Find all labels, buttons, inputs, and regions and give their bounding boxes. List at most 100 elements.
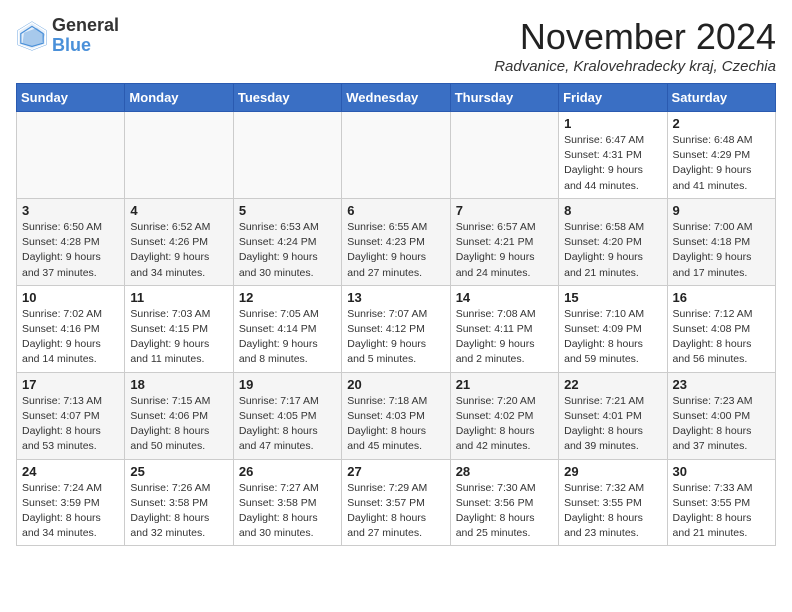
calendar-cell-0-1 [125,112,233,199]
logo-icon [16,20,48,52]
day-number-18: 18 [130,377,227,392]
calendar-cell-1-1: 4 Sunrise: 6:52 AM Sunset: 4:26 PM Daylig… [125,198,233,285]
calendar-cell-3-2: 19Sunrise: 7:17 AM Sunset: 4:05 PM Dayli… [233,372,341,459]
day-info-3: Sunrise: 6:50 AM Sunset: 4:28 PM Dayligh… [22,220,119,281]
day-number-22: 22 [564,377,661,392]
calendar-cell-1-3: 6 Sunrise: 6:55 AM Sunset: 4:23 PM Daylig… [342,198,450,285]
calendar-cell-0-6: 2 Sunrise: 6:48 AM Sunset: 4:29 PM Daylig… [667,112,775,199]
day-number-10: 10 [22,290,119,305]
day-info-12: Sunrise: 7:05 AM Sunset: 4:14 PM Dayligh… [239,307,336,368]
col-thursday: Thursday [450,84,558,112]
calendar-cell-1-6: 9Sunrise: 7:00 AM Sunset: 4:18 PM Daylig… [667,198,775,285]
day-info-1: Sunrise: 6:47 AM Sunset: 4:31 PM Dayligh… [564,133,661,194]
calendar-cell-4-4: 28 Sunrise: 7:30 AM Sunset: 3:56 PM Dayli… [450,459,558,546]
week-row-1: 1 Sunrise: 6:47 AM Sunset: 4:31 PM Daylig… [17,112,776,199]
page-header: General Blue November 2024 Radvanice, Kr… [16,16,776,75]
day-info-7: Sunrise: 6:57 AM Sunset: 4:21 PM Dayligh… [456,220,553,281]
calendar-cell-0-3 [342,112,450,199]
day-info-5: Sunrise: 6:53 AM Sunset: 4:24 PM Dayligh… [239,220,336,281]
day-number-12: 12 [239,290,336,305]
day-info-25: Sunrise: 7:26 AM Sunset: 3:58 PM Dayligh… [130,481,227,542]
calendar-cell-2-0: 10 Sunrise: 7:02 AM Sunset: 4:16 PM Dayli… [17,285,125,372]
week-row-2: 3 Sunrise: 6:50 AM Sunset: 4:28 PM Daylig… [17,198,776,285]
calendar-cell-3-6: 23 Sunrise: 7:23 AM Sunset: 4:00 PM Dayli… [667,372,775,459]
day-info-17: Sunrise: 7:13 AM Sunset: 4:07 PM Dayligh… [22,394,119,455]
calendar-cell-3-5: 22 Sunrise: 7:21 AM Sunset: 4:01 PM Dayli… [559,372,667,459]
calendar-table: Sunday Monday Tuesday Wednesday Thursday… [16,83,776,546]
calendar-cell-0-0 [17,112,125,199]
day-info-4: Sunrise: 6:52 AM Sunset: 4:26 PM Dayligh… [130,220,227,281]
calendar-cell-4-6: 30Sunrise: 7:33 AM Sunset: 3:55 PM Dayli… [667,459,775,546]
calendar-body: 1 Sunrise: 6:47 AM Sunset: 4:31 PM Daylig… [17,112,776,546]
calendar-cell-0-5: 1 Sunrise: 6:47 AM Sunset: 4:31 PM Daylig… [559,112,667,199]
week-row-5: 24Sunrise: 7:24 AM Sunset: 3:59 PM Dayli… [17,459,776,546]
week-row-4: 17 Sunrise: 7:13 AM Sunset: 4:07 PM Dayli… [17,372,776,459]
col-wednesday: Wednesday [342,84,450,112]
day-number-7: 7 [456,203,553,218]
day-number-3: 3 [22,203,119,218]
calendar-cell-1-2: 5 Sunrise: 6:53 AM Sunset: 4:24 PM Daylig… [233,198,341,285]
day-number-5: 5 [239,203,336,218]
calendar-cell-0-4 [450,112,558,199]
day-number-4: 4 [130,203,227,218]
day-number-27: 27 [347,464,444,479]
day-info-14: Sunrise: 7:08 AM Sunset: 4:11 PM Dayligh… [456,307,553,368]
day-number-1: 1 [564,116,661,131]
day-info-10: Sunrise: 7:02 AM Sunset: 4:16 PM Dayligh… [22,307,119,368]
day-number-21: 21 [456,377,553,392]
day-number-14: 14 [456,290,553,305]
day-number-8: 8 [564,203,661,218]
calendar-cell-3-3: 20 Sunrise: 7:18 AM Sunset: 4:03 PM Dayli… [342,372,450,459]
day-info-20: Sunrise: 7:18 AM Sunset: 4:03 PM Dayligh… [347,394,444,455]
day-info-2: Sunrise: 6:48 AM Sunset: 4:29 PM Dayligh… [673,133,770,194]
calendar-header: Sunday Monday Tuesday Wednesday Thursday… [17,84,776,112]
day-number-28: 28 [456,464,553,479]
day-info-30: Sunrise: 7:33 AM Sunset: 3:55 PM Dayligh… [673,481,770,542]
day-number-20: 20 [347,377,444,392]
location: Radvanice, Kralovehradecky kraj, Czechia [494,58,776,75]
day-info-29: Sunrise: 7:32 AM Sunset: 3:55 PM Dayligh… [564,481,661,542]
col-sunday: Sunday [17,84,125,112]
calendar-cell-2-1: 11 Sunrise: 7:03 AM Sunset: 4:15 PM Dayli… [125,285,233,372]
day-number-26: 26 [239,464,336,479]
day-number-2: 2 [673,116,770,131]
calendar-cell-2-6: 16Sunrise: 7:12 AM Sunset: 4:08 PM Dayli… [667,285,775,372]
day-info-6: Sunrise: 6:55 AM Sunset: 4:23 PM Dayligh… [347,220,444,281]
calendar-cell-3-0: 17 Sunrise: 7:13 AM Sunset: 4:07 PM Dayli… [17,372,125,459]
day-info-19: Sunrise: 7:17 AM Sunset: 4:05 PM Dayligh… [239,394,336,455]
day-info-13: Sunrise: 7:07 AM Sunset: 4:12 PM Dayligh… [347,307,444,368]
day-number-25: 25 [130,464,227,479]
calendar-cell-2-2: 12 Sunrise: 7:05 AM Sunset: 4:14 PM Dayli… [233,285,341,372]
day-info-24: Sunrise: 7:24 AM Sunset: 3:59 PM Dayligh… [22,481,119,542]
calendar-cell-0-2 [233,112,341,199]
col-friday: Friday [559,84,667,112]
calendar-cell-2-5: 15Sunrise: 7:10 AM Sunset: 4:09 PM Dayli… [559,285,667,372]
calendar-cell-1-4: 7 Sunrise: 6:57 AM Sunset: 4:21 PM Daylig… [450,198,558,285]
logo: General Blue [16,16,119,56]
day-info-23: Sunrise: 7:23 AM Sunset: 4:00 PM Dayligh… [673,394,770,455]
day-info-22: Sunrise: 7:21 AM Sunset: 4:01 PM Dayligh… [564,394,661,455]
calendar-cell-4-2: 26 Sunrise: 7:27 AM Sunset: 3:58 PM Dayli… [233,459,341,546]
calendar-cell-2-3: 13 Sunrise: 7:07 AM Sunset: 4:12 PM Dayli… [342,285,450,372]
col-monday: Monday [125,84,233,112]
month-title: November 2024 [494,16,776,58]
logo-text: General Blue [52,16,119,56]
calendar-cell-4-5: 29 Sunrise: 7:32 AM Sunset: 3:55 PM Dayli… [559,459,667,546]
day-number-13: 13 [347,290,444,305]
day-number-6: 6 [347,203,444,218]
day-info-16: Sunrise: 7:12 AM Sunset: 4:08 PM Dayligh… [673,307,770,368]
calendar-cell-4-0: 24Sunrise: 7:24 AM Sunset: 3:59 PM Dayli… [17,459,125,546]
day-info-28: Sunrise: 7:30 AM Sunset: 3:56 PM Dayligh… [456,481,553,542]
day-number-29: 29 [564,464,661,479]
day-number-23: 23 [673,377,770,392]
day-info-11: Sunrise: 7:03 AM Sunset: 4:15 PM Dayligh… [130,307,227,368]
day-info-26: Sunrise: 7:27 AM Sunset: 3:58 PM Dayligh… [239,481,336,542]
day-info-9: Sunrise: 7:00 AM Sunset: 4:18 PM Dayligh… [673,220,770,281]
page-container: General Blue November 2024 Radvanice, Kr… [16,16,776,546]
day-info-21: Sunrise: 7:20 AM Sunset: 4:02 PM Dayligh… [456,394,553,455]
day-number-17: 17 [22,377,119,392]
calendar-cell-3-4: 21 Sunrise: 7:20 AM Sunset: 4:02 PM Dayli… [450,372,558,459]
day-number-11: 11 [130,290,227,305]
calendar-cell-4-1: 25 Sunrise: 7:26 AM Sunset: 3:58 PM Dayli… [125,459,233,546]
title-block: November 2024 Radvanice, Kralovehradecky… [494,16,776,75]
